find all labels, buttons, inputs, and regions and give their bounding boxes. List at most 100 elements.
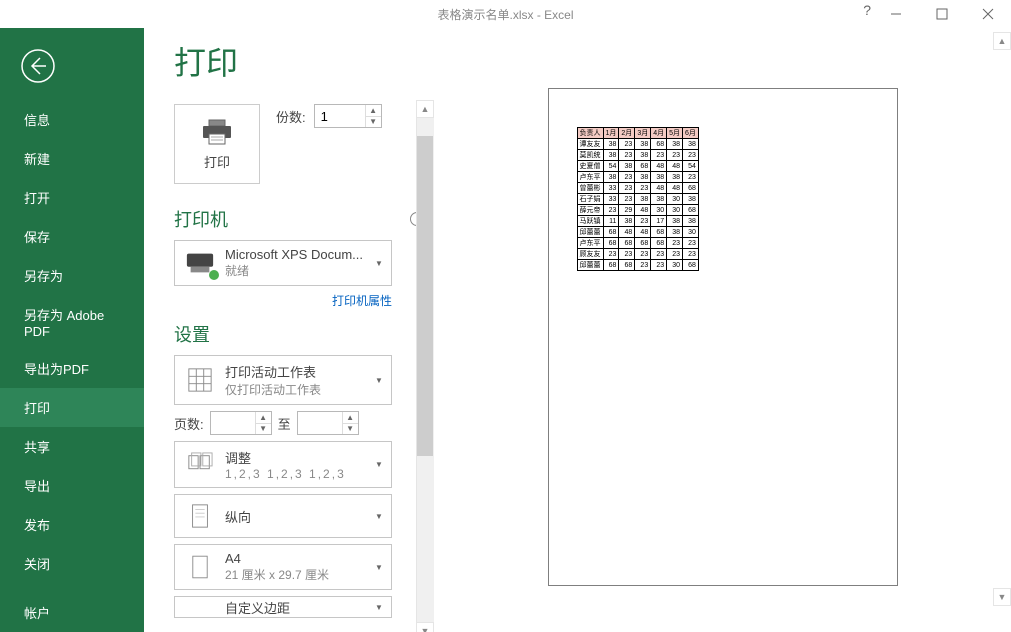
table-cell: 23 xyxy=(619,249,635,260)
margins-dropdown[interactable]: 自定义边距 ▼ xyxy=(174,596,392,618)
table-cell: 23 xyxy=(683,172,699,183)
nav-item-2[interactable]: 打开 xyxy=(0,178,144,217)
collate-sub: 1,2,3 1,2,3 1,2,3 xyxy=(225,467,367,481)
print-button-label: 打印 xyxy=(204,152,230,171)
table-cell: 68 xyxy=(683,260,699,271)
copies-down[interactable]: ▼ xyxy=(366,117,381,128)
preview-scrollbar[interactable]: ▲ ▼ xyxy=(993,32,1011,632)
settings-scrollbar[interactable]: ▲ ▼ xyxy=(416,100,434,632)
nav-item-9[interactable]: 导出 xyxy=(0,466,144,505)
table-header: 2月 xyxy=(619,128,635,139)
table-header: 6月 xyxy=(683,128,699,139)
arrow-up-icon[interactable]: ▲ xyxy=(256,412,271,424)
pages-to-input[interactable] xyxy=(298,412,342,434)
paper-dropdown[interactable]: A4 21 厘米 x 29.7 厘米 ▼ xyxy=(174,544,392,590)
scroll-up-icon[interactable]: ▲ xyxy=(993,32,1011,50)
scroll-up-icon[interactable]: ▲ xyxy=(416,100,434,118)
table-cell: 11 xyxy=(603,216,619,227)
printer-dropdown[interactable]: Microsoft XPS Docum... 就绪 ▼ xyxy=(174,240,392,286)
table-cell: 23 xyxy=(667,249,683,260)
table-cell: 23 xyxy=(603,205,619,216)
table-cell: 23 xyxy=(619,194,635,205)
copies-up[interactable]: ▲ xyxy=(366,105,381,117)
printer-icon xyxy=(201,118,233,146)
scroll-down-icon[interactable]: ▼ xyxy=(416,622,434,632)
table-cell: 38 xyxy=(619,161,635,172)
table-cell: 17 xyxy=(651,216,667,227)
table-cell: 48 xyxy=(667,183,683,194)
minimize-button[interactable] xyxy=(873,0,919,28)
nav-item-4[interactable]: 另存为 xyxy=(0,256,144,295)
copies-spinner[interactable]: ▲ ▼ xyxy=(314,104,382,128)
pages-to-spinner[interactable]: ▲▼ xyxy=(297,411,359,435)
table-cell: 68 xyxy=(683,205,699,216)
orientation-dropdown[interactable]: 纵向 ▼ xyxy=(174,494,392,538)
preview-panel: 负责人1月2月3月4月5月6月谭友友382338683838莫凯统3823382… xyxy=(434,28,1011,632)
pages-from-spinner[interactable]: ▲▼ xyxy=(210,411,272,435)
printer-section-title: 打印机 xyxy=(174,206,228,232)
nav-item-3[interactable]: 保存 xyxy=(0,217,144,256)
table-cell: 38 xyxy=(683,194,699,205)
nav-item-8[interactable]: 共享 xyxy=(0,427,144,466)
close-button[interactable] xyxy=(965,0,1011,28)
table-cell: 23 xyxy=(667,150,683,161)
table-cell: 38 xyxy=(635,172,651,183)
arrow-down-icon[interactable]: ▼ xyxy=(343,424,358,435)
printer-status: 就绪 xyxy=(225,262,367,279)
table-cell: 23 xyxy=(635,216,651,227)
sheets-icon xyxy=(183,365,217,395)
nav-item-11[interactable]: 关闭 xyxy=(0,544,144,583)
nav-item-6[interactable]: 导出为PDF xyxy=(0,349,144,388)
nav-account[interactable]: 帐户 xyxy=(0,593,144,632)
scroll-thumb[interactable] xyxy=(417,136,433,456)
table-cell: 38 xyxy=(667,227,683,238)
table-cell: 48 xyxy=(635,227,651,238)
table-cell: 33 xyxy=(603,183,619,194)
table-header: 1月 xyxy=(603,128,619,139)
table-cell: 48 xyxy=(619,227,635,238)
table-cell: 23 xyxy=(651,260,667,271)
table-cell: 薛元帝 xyxy=(577,205,603,216)
table-cell: 23 xyxy=(619,139,635,150)
print-sheets-dropdown[interactable]: 打印活动工作表 仅打印活动工作表 ▼ xyxy=(174,355,392,405)
maximize-button[interactable] xyxy=(919,0,965,28)
print-sheets-title: 打印活动工作表 xyxy=(225,362,367,381)
table-cell: 68 xyxy=(635,238,651,249)
arrow-up-icon[interactable]: ▲ xyxy=(343,412,358,424)
nav-item-10[interactable]: 发布 xyxy=(0,505,144,544)
copies-label: 份数: xyxy=(276,107,306,126)
table-cell: 曾蕾彬 xyxy=(577,183,603,194)
table-cell: 石子娟 xyxy=(577,194,603,205)
nav-item-5[interactable]: 另存为 Adobe PDF xyxy=(0,295,144,349)
table-cell: 30 xyxy=(667,194,683,205)
table-cell: 54 xyxy=(683,161,699,172)
table-cell: 38 xyxy=(667,216,683,227)
table-cell: 谭友友 xyxy=(577,139,603,150)
print-button[interactable]: 打印 xyxy=(174,104,260,184)
table-cell: 23 xyxy=(619,150,635,161)
pages-from-input[interactable] xyxy=(211,412,255,434)
page-title: 打印 xyxy=(174,38,424,84)
table-cell: 23 xyxy=(683,150,699,161)
printer-properties-link[interactable]: 打印机属性 xyxy=(174,292,392,309)
table-cell: 68 xyxy=(603,260,619,271)
table-cell: 68 xyxy=(651,238,667,249)
collate-dropdown[interactable]: 调整 1,2,3 1,2,3 1,2,3 ▼ xyxy=(174,441,392,488)
back-button[interactable] xyxy=(14,42,62,90)
table-cell: 38 xyxy=(619,216,635,227)
paper-icon xyxy=(183,552,217,582)
nav-item-7[interactable]: 打印 xyxy=(0,388,144,427)
table-cell: 68 xyxy=(603,238,619,249)
nav-item-1[interactable]: 新建 xyxy=(0,139,144,178)
help-button[interactable]: ? xyxy=(863,2,871,18)
table-header: 4月 xyxy=(651,128,667,139)
scroll-down-icon[interactable]: ▼ xyxy=(993,588,1011,606)
nav-item-0[interactable]: 信息 xyxy=(0,100,144,139)
table-cell: 54 xyxy=(603,161,619,172)
table-cell: 30 xyxy=(651,205,667,216)
table-cell: 48 xyxy=(667,161,683,172)
table-cell: 马跃镇 xyxy=(577,216,603,227)
copies-input[interactable] xyxy=(315,105,365,127)
table-cell: 23 xyxy=(651,150,667,161)
arrow-down-icon[interactable]: ▼ xyxy=(256,424,271,435)
